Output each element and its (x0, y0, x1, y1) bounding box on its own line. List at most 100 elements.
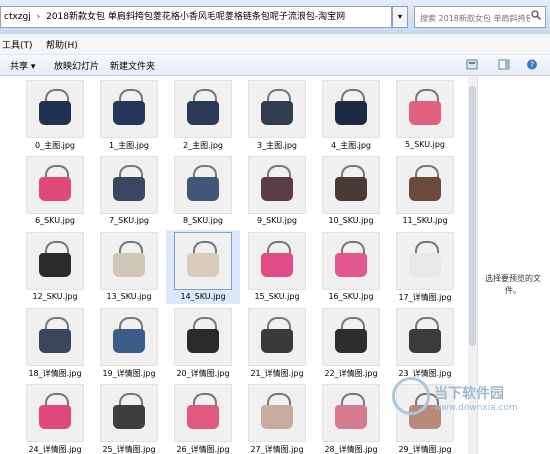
file-item[interactable]: 14_SKU.jpg (166, 230, 240, 304)
menu-help[interactable]: 帮助(H) (46, 38, 78, 51)
file-item[interactable]: 5_SKU.jpg (388, 78, 462, 152)
file-thumbnail[interactable] (248, 384, 306, 442)
path-segment-root[interactable]: ctxzgj (1, 7, 31, 27)
file-name-label[interactable]: 26_详情图.jpg (166, 444, 240, 454)
file-item[interactable]: 26_详情图.jpg (166, 382, 240, 454)
file-thumbnail[interactable] (174, 80, 232, 138)
file-item[interactable]: 19_详情图.jpg (92, 306, 166, 380)
file-item[interactable]: 8_SKU.jpg (166, 154, 240, 228)
file-item[interactable]: 3_主图.jpg (240, 78, 314, 152)
file-name-label[interactable]: 2_主图.jpg (166, 140, 240, 151)
file-item[interactable]: 9_SKU.jpg (240, 154, 314, 228)
file-thumbnail[interactable] (100, 308, 158, 366)
help-icon[interactable]: ? (526, 59, 538, 70)
file-name-label[interactable]: 25_详情图.jpg (92, 444, 166, 454)
new-folder-button[interactable]: 新建文件夹 (110, 59, 155, 72)
file-name-label[interactable]: 7_SKU.jpg (92, 216, 166, 225)
file-thumbnail[interactable] (396, 156, 454, 214)
file-name-label[interactable]: 3_主图.jpg (240, 140, 314, 151)
file-thumbnail[interactable] (26, 80, 84, 138)
file-thumbnail[interactable] (100, 384, 158, 442)
file-thumbnail[interactable] (100, 80, 158, 138)
file-name-label[interactable]: 0_主图.jpg (18, 140, 92, 151)
file-name-label[interactable]: 10_SKU.jpg (314, 216, 388, 225)
file-thumbnail[interactable] (322, 232, 380, 290)
file-name-label[interactable]: 28_详情图.jpg (314, 444, 388, 454)
file-thumbnail[interactable] (396, 80, 454, 138)
path-segment-folder[interactable]: 2018新款女包 单肩斜挎包菱花格小香风毛呢菱格链条包呢子流浪包-淘宝网 (43, 7, 345, 27)
file-item[interactable]: 15_SKU.jpg (240, 230, 314, 304)
file-item[interactable]: 17_详情图.jpg (388, 230, 462, 304)
file-thumbnail[interactable] (322, 80, 380, 138)
file-thumbnail[interactable] (322, 156, 380, 214)
file-name-label[interactable]: 11_SKU.jpg (388, 216, 462, 225)
file-name-label[interactable]: 24_详情图.jpg (18, 444, 92, 454)
file-thumbnail[interactable] (100, 156, 158, 214)
file-item[interactable]: 11_SKU.jpg (388, 154, 462, 228)
file-item[interactable]: 10_SKU.jpg (314, 154, 388, 228)
file-thumbnail[interactable] (396, 232, 454, 290)
file-name-label[interactable]: 17_详情图.jpg (388, 292, 462, 303)
share-button[interactable]: 共享 ▾ (10, 59, 35, 72)
file-thumbnail[interactable] (248, 232, 306, 290)
file-thumbnail[interactable] (26, 308, 84, 366)
file-name-label[interactable]: 12_SKU.jpg (18, 292, 92, 301)
menu-tools[interactable]: 工具(T) (2, 38, 33, 51)
file-item[interactable]: 1_主图.jpg (92, 78, 166, 152)
file-thumbnail[interactable] (174, 384, 232, 442)
file-item[interactable]: 16_SKU.jpg (314, 230, 388, 304)
view-options-icon[interactable] (466, 59, 478, 70)
file-thumbnail[interactable] (248, 156, 306, 214)
file-thumbnail[interactable] (26, 232, 84, 290)
file-thumbnail[interactable] (248, 308, 306, 366)
file-item[interactable]: 25_详情图.jpg (92, 382, 166, 454)
file-item[interactable]: 21_详情图.jpg (240, 306, 314, 380)
file-name-label[interactable]: 8_SKU.jpg (166, 216, 240, 225)
file-item[interactable]: 12_SKU.jpg (18, 230, 92, 304)
search-icon[interactable] (531, 10, 541, 20)
file-name-label[interactable]: 27_详情图.jpg (240, 444, 314, 454)
file-thumbnail[interactable] (174, 308, 232, 366)
slideshow-button[interactable]: 放映幻灯片 (54, 59, 99, 72)
file-thumbnail[interactable] (396, 308, 454, 366)
file-thumbnail[interactable] (248, 80, 306, 138)
file-name-label[interactable]: 22_详情图.jpg (314, 368, 388, 379)
file-item[interactable]: 18_详情图.jpg (18, 306, 92, 380)
preview-pane-icon[interactable] (498, 59, 510, 70)
file-item[interactable]: 20_详情图.jpg (166, 306, 240, 380)
file-thumbnail[interactable] (322, 384, 380, 442)
file-name-label[interactable]: 13_SKU.jpg (92, 292, 166, 301)
file-name-label[interactable]: 15_SKU.jpg (240, 292, 314, 301)
file-item[interactable]: 28_详情图.jpg (314, 382, 388, 454)
file-name-label[interactable]: 4_主图.jpg (314, 140, 388, 151)
file-thumbnail[interactable] (26, 384, 84, 442)
file-item[interactable]: 22_详情图.jpg (314, 306, 388, 380)
file-item[interactable]: 6_SKU.jpg (18, 154, 92, 228)
file-name-label[interactable]: 19_详情图.jpg (92, 368, 166, 379)
file-thumbnail[interactable] (174, 232, 232, 290)
file-name-label[interactable]: 18_详情图.jpg (18, 368, 92, 379)
scrollbar-thumb[interactable] (469, 86, 476, 346)
file-item[interactable]: 13_SKU.jpg (92, 230, 166, 304)
file-name-label[interactable]: 16_SKU.jpg (314, 292, 388, 301)
file-name-label[interactable]: 29_详情图.jpg (388, 444, 462, 454)
file-name-label[interactable]: 9_SKU.jpg (240, 216, 314, 225)
file-item[interactable]: 27_详情图.jpg (240, 382, 314, 454)
file-name-label[interactable]: 20_详情图.jpg (166, 368, 240, 379)
address-path[interactable]: ctxzgj › 2018新款女包 单肩斜挎包菱花格小香风毛呢菱格链条包呢子流浪… (0, 6, 392, 28)
file-name-label[interactable]: 5_SKU.jpg (388, 140, 462, 149)
file-thumbnail[interactable] (322, 308, 380, 366)
search-box[interactable] (414, 6, 546, 28)
file-item[interactable]: 7_SKU.jpg (92, 154, 166, 228)
file-item[interactable]: 24_详情图.jpg (18, 382, 92, 454)
file-item[interactable]: 0_主图.jpg (18, 78, 92, 152)
file-item[interactable]: 4_主图.jpg (314, 78, 388, 152)
search-input[interactable] (418, 8, 532, 28)
file-item[interactable]: 2_主图.jpg (166, 78, 240, 152)
file-thumbnail[interactable] (100, 232, 158, 290)
file-thumbnail[interactable] (174, 156, 232, 214)
file-name-label[interactable]: 14_SKU.jpg (166, 292, 240, 301)
file-name-label[interactable]: 21_详情图.jpg (240, 368, 314, 379)
file-name-label[interactable]: 6_SKU.jpg (18, 216, 92, 225)
file-name-label[interactable]: 1_主图.jpg (92, 140, 166, 151)
